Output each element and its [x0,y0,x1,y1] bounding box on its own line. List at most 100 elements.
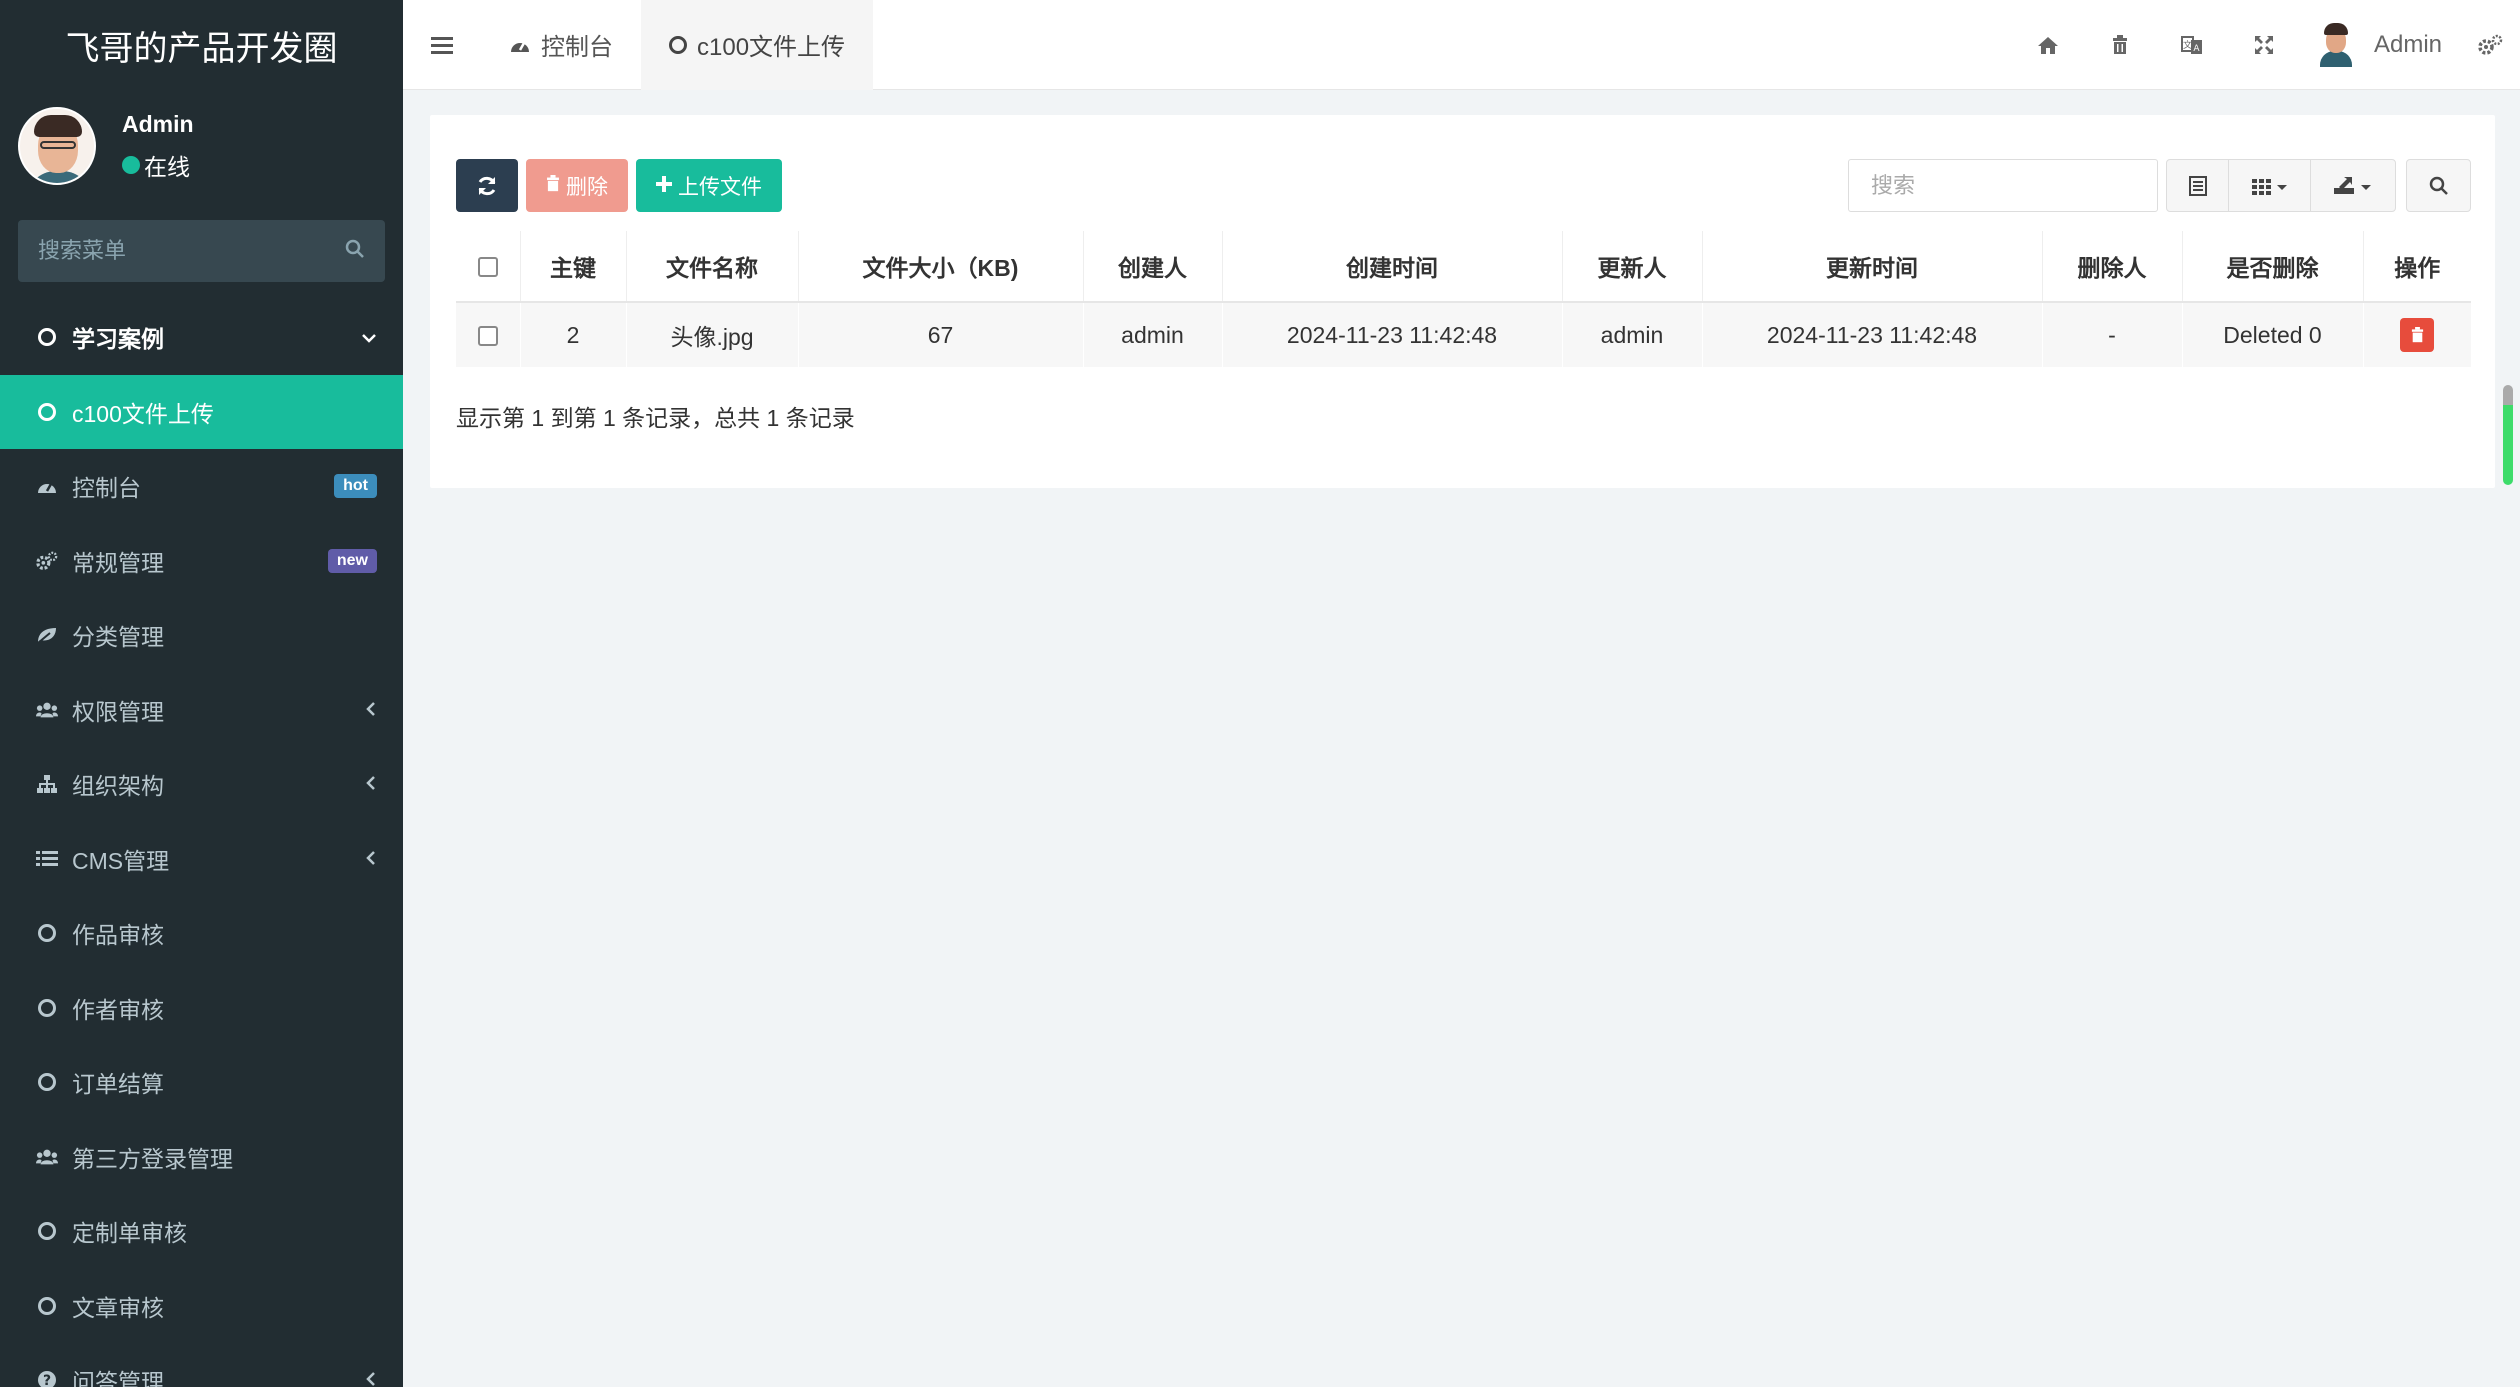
chevron-down-icon [361,324,377,350]
grid-icon [2251,178,2287,195]
fullscreen-button[interactable] [2228,0,2300,90]
chevron-left-icon [365,846,377,872]
table-view-icon [2188,175,2207,196]
sidebar-search-input[interactable] [38,238,318,264]
column-header[interactable]: 更新人 [1562,231,1703,303]
select-all-cell [456,231,521,303]
export-dropdown-button[interactable] [2311,160,2395,211]
sidebar-item-dashboard[interactable]: 控制台 hot [0,449,403,524]
sidebar-item-article-review[interactable]: 文章审核 [0,1269,403,1344]
question-icon: ? [36,1370,58,1387]
table-header-row: 主键 文件名称 文件大小（KB) 创建人 创建时间 更新人 更新时间 删除人 是… [456,231,2471,303]
sidebar-item-author-review[interactable]: 作者审核 [0,971,403,1046]
svg-text:?: ? [43,1373,51,1387]
advanced-search-button[interactable] [2406,159,2471,212]
search-icon[interactable] [345,239,365,264]
svg-text:文: 文 [2183,39,2192,51]
sidebar-item-label: 订单结算 [72,1071,164,1098]
upload-file-button-label: 上传文件 [678,175,762,199]
select-all-checkbox[interactable] [477,257,498,278]
column-header[interactable]: 创建时间 [1222,231,1563,303]
trash-icon [546,174,560,198]
fullscreen-icon [2254,35,2273,54]
tab-c100-upload[interactable]: c100文件上传 [641,0,874,90]
upload-file-button[interactable]: 上传文件 [636,159,782,212]
sidebar-item-label: c100文件上传 [72,400,214,427]
sidebar-item-label: 文章审核 [72,1294,164,1321]
user-panel: Admin 在线 [0,90,403,202]
column-header[interactable]: 创建人 [1083,231,1223,303]
sidebar-item-general[interactable]: 常规管理 new [0,524,403,599]
clear-cache-button[interactable] [2084,0,2156,90]
user-menu[interactable]: Admin [2300,0,2460,90]
avatar [2318,22,2354,67]
cell-creator: admin [1083,302,1223,367]
sidebar-item-label: 控制台 [72,475,141,502]
list-icon [36,850,58,868]
sidebar-item-org[interactable]: 组织架构 [0,747,403,822]
sidebar-item-qa[interactable]: ? 问答管理 [0,1343,403,1387]
column-header[interactable]: 主键 [520,231,627,303]
group-icon [36,1148,58,1166]
sidebar-item-label: 问答管理 [72,1369,164,1387]
row-checkbox[interactable] [477,326,498,347]
user-name: Admin [122,110,194,137]
circle-icon [36,1222,58,1241]
sidebar-item-label: 作者审核 [72,996,164,1023]
column-header[interactable]: 文件大小（KB) [798,231,1084,303]
circle-icon [36,1073,58,1092]
sidebar-item-cms[interactable]: CMS管理 [0,822,403,897]
sidebar-item-study-cases[interactable]: 学习案例 [0,300,403,375]
column-header[interactable]: 删除人 [2042,231,2183,303]
menu-toggle-button[interactable] [403,0,481,90]
sidebar-item-label: CMS管理 [72,847,170,874]
column-header[interactable]: 文件名称 [626,231,799,303]
sidebar-item-work-review[interactable]: 作品审核 [0,896,403,971]
table-search-input[interactable] [1871,172,2131,199]
sidebar-item-category[interactable]: 分类管理 [0,598,403,673]
row-delete-button[interactable] [2400,318,2435,352]
language-button[interactable]: 文A [2156,0,2228,90]
chevron-left-icon [365,697,377,723]
sidebar-item-label: 权限管理 [72,698,164,725]
columns-dropdown-button[interactable] [2229,160,2311,211]
hamburger-icon [431,36,453,54]
group-icon [36,701,58,719]
sidebar-item-custom-order-review[interactable]: 定制单审核 [0,1194,403,1269]
online-dot-icon [122,155,140,174]
chevron-left-icon [365,1367,377,1387]
language-icon: 文A [2180,35,2202,54]
home-icon [2037,36,2058,54]
sidebar-item-third-party-login[interactable]: 第三方登录管理 [0,1120,403,1195]
card-view-button[interactable] [2167,160,2229,211]
avatar [18,107,96,185]
cell-actions [2363,302,2471,367]
scrollbar-thumb[interactable] [2503,385,2513,485]
topbar: 控制台 c100文件上传 文A Admin [403,0,2520,90]
circle-icon [36,402,58,421]
delete-button[interactable]: 删除 [526,159,628,212]
user-status-label: 在线 [144,153,190,180]
column-header[interactable]: 更新时间 [1702,231,2043,303]
settings-button[interactable] [2460,0,2520,90]
sidebar: 飞哥的产品开发圈 Admin 在线 学习案例 c100文件上传 [0,0,403,1387]
refresh-icon [478,176,496,195]
sidebar-item-auth[interactable]: 权限管理 [0,673,403,748]
view-toggle-group [2166,159,2396,212]
sidebar-item-c100-upload[interactable]: c100文件上传 [0,374,403,449]
home-button[interactable] [2012,0,2084,90]
brand-title[interactable]: 飞哥的产品开发圈 [0,0,403,90]
tab-label: c100文件上传 [697,34,846,61]
refresh-button[interactable] [456,159,518,212]
content-panel: 删除 上传文件 主键 文件 [430,115,2495,488]
table-search [1848,159,2158,212]
sidebar-item-label: 作品审核 [72,922,164,949]
tab-dashboard[interactable]: 控制台 [481,0,641,90]
sidebar-item-order-settlement[interactable]: 订单结算 [0,1045,403,1120]
table-row[interactable]: 2 头像.jpg 67 admin 2024-11-23 11:42:48 ad… [456,302,2471,367]
cogs-icon [2478,34,2503,55]
pagination-info: 显示第 1 到第 1 条记录，总共 1 条记录 [456,405,855,431]
cogs-icon [36,550,58,572]
user-status: 在线 [122,148,194,182]
column-header[interactable]: 是否删除 [2182,231,2364,303]
